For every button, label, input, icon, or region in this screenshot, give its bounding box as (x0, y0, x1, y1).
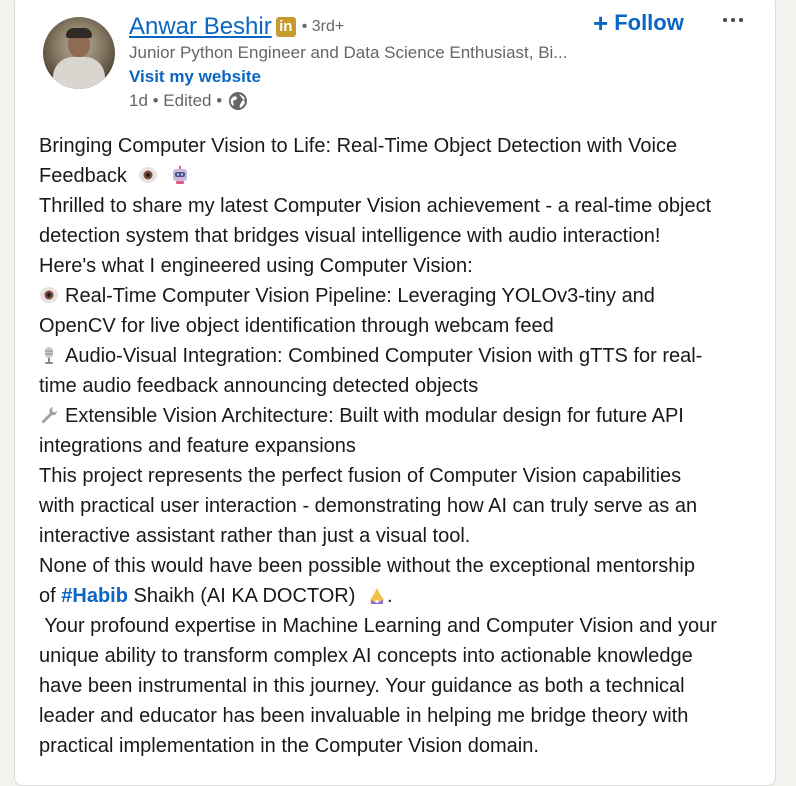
more-options-icon[interactable] (715, 5, 751, 35)
post-line: leader and educator has been invaluable … (39, 705, 689, 727)
post-card: Anwar Beshir in • 3rd+ Junior Python Eng… (14, 0, 776, 786)
post-text: Audio-Visual Integration: Combined Compu… (65, 345, 703, 367)
avatar[interactable] (43, 17, 115, 89)
post-text: Real-Time Computer Vision Pipeline: Leve… (65, 285, 655, 307)
folded-hands-icon (369, 588, 384, 604)
post-line: Here's what I engineered using Computer … (39, 255, 473, 277)
eye-icon (40, 287, 58, 303)
post-text: Extensible Vision Architecture: Built wi… (65, 405, 684, 427)
post-line: OpenCV for live object identification th… (39, 315, 554, 337)
post-line: integrations and feature expansions (39, 435, 356, 457)
follow-label: Follow (614, 10, 684, 35)
post-time: 1d • Edited • (129, 91, 223, 110)
follow-button[interactable]: + Follow (593, 7, 684, 39)
post-line: None of this would have been possible wi… (39, 555, 695, 577)
post-line: Real-Time Computer Vision Pipeline: Leve… (39, 281, 765, 311)
post-line: Feedback (39, 161, 765, 191)
microphone-icon (45, 347, 53, 364)
post-line: time audio feedback announcing detected … (39, 375, 479, 397)
post-text: of (39, 585, 62, 607)
author-name-row: Anwar Beshir in • 3rd+ (129, 11, 344, 43)
post-line: detection system that bridges visual int… (39, 225, 661, 247)
post-meta: 1d • Edited • (129, 91, 248, 111)
author-headline: Junior Python Engineer and Data Science … (129, 43, 568, 62)
hashtag-habib-link[interactable]: #Habib (61, 585, 128, 607)
robot-icon (172, 166, 187, 184)
author-name[interactable]: Anwar Beshir (129, 13, 272, 41)
post-line: This project represents the perfect fusi… (39, 465, 682, 487)
connection-degree: • 3rd+ (301, 18, 345, 35)
eye-icon (139, 167, 158, 183)
post-text: Shaikh (AI KA DOCTOR) (127, 585, 356, 607)
linkedin-premium-icon: in (275, 17, 296, 37)
post-line: unique ability to transform complex AI c… (39, 645, 693, 667)
post-line: Bringing Computer Vision to Life: Real-T… (39, 135, 678, 157)
avatar-body (53, 57, 105, 89)
post-line: with practical user interaction - demons… (39, 495, 698, 517)
post-line: Thrilled to share my latest Computer Vis… (39, 195, 712, 217)
post-text: Feedback (39, 165, 127, 187)
post-line: Audio-Visual Integration: Combined Compu… (39, 341, 765, 371)
post-line: have been instrumental in this journey. … (39, 675, 685, 697)
post-line: interactive assistant rather than just a… (39, 525, 471, 547)
post-line: Extensible Vision Architecture: Built wi… (39, 401, 765, 431)
wrench-icon (41, 407, 58, 424)
plus-icon: + (593, 8, 609, 38)
post-body: Bringing Computer Vision to Life: Real-T… (39, 131, 765, 761)
globe-icon (229, 92, 248, 110)
post-text: . (386, 585, 393, 607)
avatar-hair (66, 28, 92, 38)
visit-website-link[interactable]: Visit my website (129, 67, 261, 87)
post-line: Your profound expertise in Machine Learn… (39, 615, 717, 637)
post-line: of #Habib Shaikh (AI KA DOCTOR) . (39, 581, 765, 611)
post-line: practical implementation in the Computer… (39, 735, 539, 757)
